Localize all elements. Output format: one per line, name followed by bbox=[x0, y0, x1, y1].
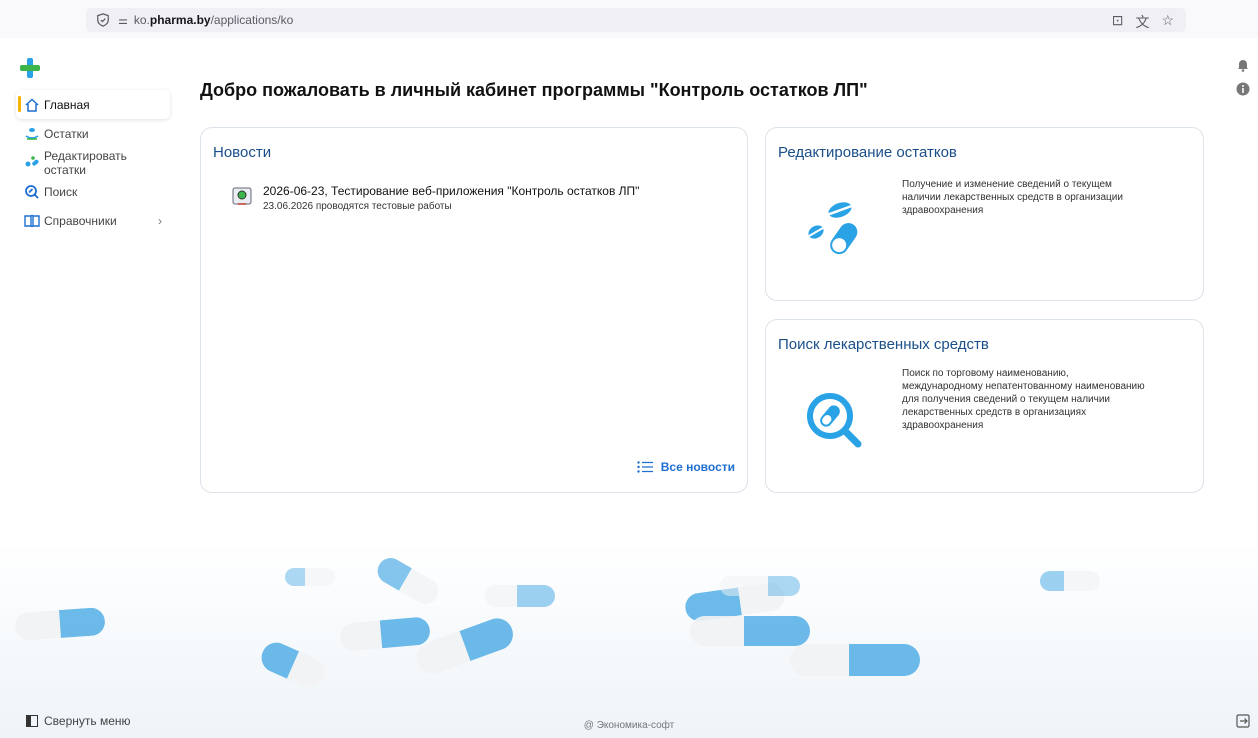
bookmark-star-icon[interactable]: ☆ bbox=[1161, 12, 1174, 32]
right-toolbar bbox=[1236, 58, 1250, 96]
shield-icon[interactable] bbox=[96, 13, 110, 27]
edit-stock-card[interactable]: Редактирование остатков Получение и изме… bbox=[765, 127, 1204, 301]
logout-icon[interactable] bbox=[1236, 714, 1250, 728]
sidebar-item-label: Главная bbox=[44, 97, 90, 112]
all-news-label: Все новости bbox=[660, 460, 735, 474]
sidebar: Главная Остатки Редактировать остатки По… bbox=[16, 90, 170, 235]
page: Главная Остатки Редактировать остатки По… bbox=[0, 38, 1258, 738]
sidebar-item-references[interactable]: Справочники › bbox=[16, 206, 170, 235]
bell-icon[interactable] bbox=[1236, 58, 1250, 72]
page-title: Добро пожаловать в личный кабинет програ… bbox=[200, 80, 868, 100]
permissions-icon[interactable]: ⚌ bbox=[118, 14, 128, 27]
home-icon bbox=[25, 97, 39, 112]
news-item[interactable]: 2026-06-23, Тестирование веб-приложения … bbox=[231, 184, 639, 212]
translate-icon[interactable]: 文 bbox=[1135, 12, 1149, 32]
news-card: Новости 2026-06-23, Тестирование веб-при… bbox=[200, 127, 748, 493]
sidebar-item-home[interactable]: Главная bbox=[16, 90, 170, 119]
book-icon bbox=[24, 214, 40, 227]
address-bar[interactable]: ⚌ ko.pharma.by/applications/ko ⊡ 文 ☆ bbox=[86, 8, 1186, 32]
news-item-title: 2026-06-23, Тестирование веб-приложения … bbox=[263, 184, 640, 198]
news-card-title: Новости bbox=[213, 144, 272, 161]
footer-copyright: @ Экономика-софт bbox=[583, 720, 675, 731]
sidebar-item-search[interactable]: Поиск bbox=[16, 177, 170, 206]
search-icon bbox=[25, 184, 39, 199]
all-news-link[interactable]: Все новости bbox=[637, 460, 735, 474]
news-item-subtitle: 23.06.2026 проводятся тестовые работы bbox=[263, 201, 452, 212]
download-icon[interactable]: ⊡ bbox=[1112, 12, 1124, 32]
url-text: ko.pharma.by/applications/ko bbox=[133, 13, 294, 27]
logo-cross-icon[interactable] bbox=[18, 56, 42, 80]
pills-icon bbox=[808, 202, 858, 255]
sidebar-item-edit-stock[interactable]: Редактировать остатки bbox=[16, 148, 170, 177]
info-icon[interactable] bbox=[1236, 82, 1250, 96]
news-item-icon bbox=[232, 187, 252, 205]
edit-stock-card-description: Получение и изменение сведений о текущем… bbox=[902, 179, 1123, 216]
sidebar-item-label: Поиск bbox=[44, 184, 78, 199]
chevron-right-icon: › bbox=[158, 213, 162, 228]
search-drugs-card-title: Поиск лекарственных средств bbox=[778, 336, 989, 353]
search-drugs-card-description: Поиск по торговому наименованию, междуна… bbox=[902, 368, 1145, 431]
edit-stock-icon bbox=[25, 155, 39, 166]
sidebar-item-label: Справочники bbox=[44, 213, 117, 228]
sidebar-item-label: Редактировать остатки bbox=[44, 148, 127, 177]
browser-toolbar: ⚌ ko.pharma.by/applications/ko ⊡ 文 ☆ bbox=[0, 0, 1258, 38]
stock-icon bbox=[25, 127, 39, 140]
list-icon bbox=[637, 461, 653, 473]
sidebar-item-stock[interactable]: Остатки bbox=[16, 119, 170, 148]
magnifier-pill-icon bbox=[807, 393, 862, 448]
sidebar-item-label: Остатки bbox=[44, 126, 89, 141]
search-drugs-card[interactable]: Поиск лекарственных средств Поиск по тор… bbox=[765, 319, 1204, 493]
edit-stock-card-title: Редактирование остатков bbox=[778, 144, 957, 161]
